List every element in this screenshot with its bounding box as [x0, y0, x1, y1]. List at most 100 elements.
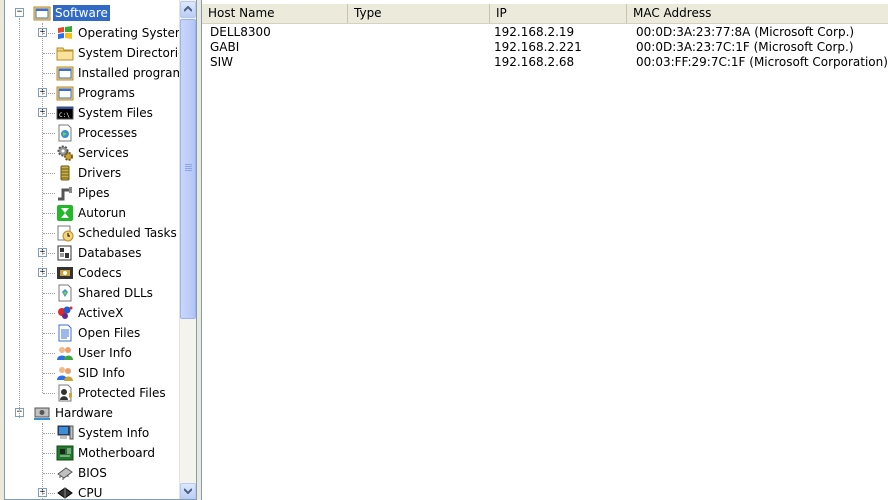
hardware-icon	[33, 404, 51, 422]
tree-vertical-scrollbar[interactable]	[179, 0, 196, 499]
scroll-up-button[interactable]	[180, 1, 196, 18]
tree-node-user-info[interactable]: User Info	[5, 343, 181, 363]
tree-node-label[interactable]: Motherboard	[76, 445, 157, 461]
cell-host-name: DELL8300	[210, 25, 271, 39]
sid-users-icon	[56, 364, 74, 382]
column-header-type[interactable]: Type	[348, 4, 490, 23]
tree-node-label[interactable]: Pipes	[76, 185, 112, 201]
tree-node-shared-dlls[interactable]: Shared DLLs	[5, 283, 181, 303]
network-list-panel: Host Name Type IP MAC Address DELL8300 19…	[201, 0, 888, 500]
tree-node-label[interactable]: Software	[53, 5, 110, 21]
tree-node-programs[interactable]: + Programs	[5, 83, 181, 103]
tree-node-label[interactable]: Processes	[76, 125, 139, 141]
tree-node-installed-programs[interactable]: Installed programs	[5, 63, 190, 83]
tree-node-motherboard[interactable]: Motherboard	[5, 443, 181, 463]
column-header-ip[interactable]: IP	[490, 4, 627, 23]
clock-icon	[56, 224, 74, 242]
tree-node-pipes[interactable]: Pipes	[5, 183, 181, 203]
tree-node-system-info[interactable]: System Info	[5, 423, 181, 443]
list-row[interactable]: SIW 192.168.2.68 00:03:FF:29:7C:1F (Micros…	[202, 55, 888, 70]
console-icon: C:\	[56, 104, 74, 122]
tree-node-label[interactable]: User Info	[76, 345, 134, 361]
users-icon	[56, 344, 74, 362]
svg-text:C:\: C:\	[59, 112, 70, 119]
cell-mac-address: 00:0D:3A:23:77:8A (Microsoft Corp.)	[636, 25, 855, 39]
tree-node-open-files[interactable]: Open Files	[5, 323, 181, 343]
tree-node-label[interactable]: Codecs	[76, 265, 124, 281]
chevron-down-icon	[184, 488, 192, 494]
tree-node-label[interactable]: System Info	[76, 425, 151, 441]
cell-mac-address: 00:0D:3A:23:7C:1F (Microsoft Corp.)	[636, 40, 854, 54]
tree-node-scheduled-tasks[interactable]: Scheduled Tasks	[5, 223, 181, 243]
scroll-thumb[interactable]	[180, 19, 196, 319]
tree-node-label[interactable]: BIOS	[76, 465, 109, 481]
tree-node-software[interactable]: − Software	[5, 3, 181, 23]
tree-node-drivers[interactable]: Drivers	[5, 163, 181, 183]
tree-node-label[interactable]: Autorun	[76, 205, 128, 221]
tree-node-services[interactable]: Services	[5, 143, 181, 163]
column-header-host-name[interactable]: Host Name	[202, 4, 348, 23]
chevron-up-icon	[184, 6, 192, 12]
tree-node-autorun[interactable]: Autorun	[5, 203, 181, 223]
scroll-down-button[interactable]	[180, 483, 196, 499]
cell-host-name: GABI	[210, 40, 240, 54]
tree-node-label[interactable]: Operating System	[76, 25, 189, 41]
tree-node-protected-files[interactable]: Protected Files	[5, 383, 181, 403]
computer-icon	[56, 424, 74, 442]
tree-node-label[interactable]: Databases	[76, 245, 144, 261]
database-icon	[56, 244, 74, 262]
tree-node-databases[interactable]: + Databases	[5, 243, 181, 263]
navigation-tree-panel: − Software + Operating System System Directo…	[4, 0, 197, 500]
tree-node-activex[interactable]: ActiveX	[5, 303, 181, 323]
tree-node-system-directories[interactable]: System Directories	[5, 43, 192, 63]
tree-node-label[interactable]: CPU	[76, 485, 104, 499]
board-icon	[56, 444, 74, 462]
dll-icon	[56, 284, 74, 302]
list-header: Host Name Type IP MAC Address	[202, 4, 888, 24]
tree-node-label[interactable]: Programs	[76, 85, 137, 101]
tree-node-label[interactable]: ActiveX	[76, 305, 125, 321]
cell-host-name: SIW	[210, 55, 234, 69]
collapse-toggle[interactable]: −	[15, 8, 24, 17]
tree-node-label[interactable]: System Files	[76, 105, 155, 121]
driver-icon	[56, 164, 74, 182]
list-row[interactable]: DELL8300 192.168.2.19 00:0D:3A:23:77:8A (M…	[202, 25, 888, 40]
protected-icon	[56, 384, 74, 402]
hourglass-icon	[56, 204, 74, 222]
folder-window-icon	[33, 4, 51, 22]
pipe-icon	[56, 184, 74, 202]
cell-ip: 192.168.2.19	[494, 25, 575, 39]
column-header-mac-address[interactable]: MAC Address	[627, 4, 888, 23]
tree-node-cpu[interactable]: + CPU	[5, 483, 181, 499]
film-icon	[56, 264, 74, 282]
cell-ip: 192.168.2.68	[494, 55, 575, 69]
tree-node-label[interactable]: Hardware	[53, 405, 115, 421]
tree-node-system-files[interactable]: + C:\ System Files	[5, 103, 181, 123]
list-row[interactable]: GABI 192.168.2.221 00:0D:3A:23:7C:1F (Micr…	[202, 40, 888, 55]
tree-node-codecs[interactable]: + Codecs	[5, 263, 181, 283]
cell-mac-address: 00:03:FF:29:7C:1F (Microsoft Corporation…	[636, 55, 888, 69]
tree-node-label[interactable]: Open Files	[76, 325, 142, 341]
tree-node-sid-info[interactable]: SID Info	[5, 363, 181, 383]
folder-icon	[56, 44, 74, 62]
tree-node-label[interactable]: Installed programs	[76, 65, 192, 81]
window-icon	[56, 84, 74, 102]
tree-node-label[interactable]: Services	[76, 145, 131, 161]
tree-node-label[interactable]: Protected Files	[76, 385, 168, 401]
document-icon	[56, 324, 74, 342]
chip-icon	[56, 464, 74, 482]
tree-node-processes[interactable]: Processes	[5, 123, 181, 143]
process-icon	[56, 124, 74, 142]
gears-icon	[56, 144, 74, 162]
tree-node-label[interactable]: Drivers	[76, 165, 123, 181]
windows-flag-icon	[56, 24, 74, 42]
cell-ip: 192.168.2.221	[494, 40, 582, 54]
tree-node-operating-system[interactable]: + Operating System	[5, 23, 187, 43]
tree-node-label[interactable]: Scheduled Tasks	[76, 225, 179, 241]
tree-node-hardware[interactable]: − Hardware	[5, 403, 181, 423]
tree-node-label[interactable]: System Directories	[76, 45, 194, 61]
tree-node-label[interactable]: SID Info	[76, 365, 127, 381]
window-icon	[56, 64, 74, 82]
tree-node-label[interactable]: Shared DLLs	[76, 285, 155, 301]
tree-node-bios[interactable]: BIOS	[5, 463, 181, 483]
